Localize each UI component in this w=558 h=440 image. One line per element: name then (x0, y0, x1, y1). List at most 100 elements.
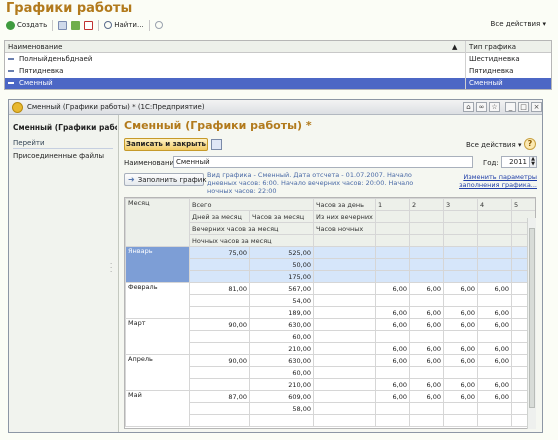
day-value-cell[interactable]: 6,00 (375, 282, 410, 295)
day-value-cell[interactable] (443, 246, 478, 259)
grid-row[interactable]: Февраль 81,00 567,00 6,00 6,00 6,00 6,00 (125, 282, 535, 319)
list-row[interactable]: Полныйденьбднаей Шестидневка (5, 54, 551, 65)
day-value-cell[interactable] (409, 402, 444, 415)
panel-splitter-handle[interactable]: · · · (110, 261, 112, 276)
copy-button[interactable] (56, 18, 69, 32)
minimize-button[interactable]: _ (505, 102, 516, 112)
day-value-cell[interactable]: 6,00 (477, 318, 512, 331)
create-button[interactable]: Создать (4, 18, 49, 32)
day-value-cell[interactable] (375, 258, 410, 271)
day-value-cell[interactable]: 6,00 (409, 318, 444, 331)
cancel-search-button[interactable] (153, 18, 165, 32)
favorites-icon[interactable]: ☆ (489, 102, 500, 112)
save-icon[interactable] (211, 139, 222, 150)
day-value-cell[interactable]: 6,00 (443, 306, 478, 319)
nav-link-attached-files[interactable]: Присоединенные файлы (13, 152, 104, 160)
save-and-close-button[interactable]: Записать и закрыть (124, 138, 208, 151)
day-value-cell[interactable] (477, 294, 512, 307)
day-value-cell[interactable] (375, 402, 410, 415)
day-value-cell[interactable]: 6,00 (409, 354, 444, 367)
change-fill-params-link[interactable]: Изменить параметры заполнения графика... (429, 173, 537, 189)
day-value-cell[interactable] (375, 366, 410, 379)
month-cell[interactable]: Январь (125, 246, 190, 283)
day-value-cell[interactable]: 6,00 (477, 390, 512, 403)
day-value-cell[interactable] (375, 246, 410, 259)
day-value-cell[interactable] (443, 366, 478, 379)
column-header-name[interactable]: Наименование (8, 43, 62, 51)
day-value-cell[interactable] (477, 246, 512, 259)
day-value-cell[interactable]: 6,00 (443, 378, 478, 391)
day-value-cell[interactable]: 6,00 (375, 318, 410, 331)
month-cell[interactable]: Апрель (125, 354, 190, 391)
day-value-cell[interactable] (409, 246, 444, 259)
day-value-cell[interactable]: 6,00 (477, 354, 512, 367)
day-value-cell[interactable] (375, 294, 410, 307)
all-actions-menu[interactable]: Все действия ▾ (491, 20, 546, 28)
column-header-type[interactable]: Тип графика (469, 43, 516, 51)
day-value-cell[interactable] (443, 414, 478, 427)
day-value-cell[interactable]: 6,00 (409, 378, 444, 391)
day-value-cell[interactable] (477, 258, 512, 271)
scrollbar-thumb[interactable] (529, 228, 535, 408)
day-value-cell[interactable]: 6,00 (477, 282, 512, 295)
name-field[interactable] (173, 156, 473, 168)
dialog-all-actions-menu[interactable]: Все действия ▾ (466, 141, 521, 149)
day-value-cell[interactable] (477, 414, 512, 427)
day-value-cell[interactable] (443, 402, 478, 415)
day-value-cell[interactable]: 6,00 (375, 342, 410, 355)
day-value-cell[interactable] (477, 270, 512, 283)
home-icon[interactable]: ⌂ (463, 102, 474, 112)
day-value-cell[interactable] (409, 258, 444, 271)
grid-row[interactable]: Апрель 90,00 630,00 6,00 6,00 6,00 6,00 (125, 354, 535, 391)
day-value-cell[interactable]: 6,00 (443, 342, 478, 355)
day-value-cell[interactable]: 6,00 (477, 342, 512, 355)
day-value-cell[interactable] (375, 414, 410, 427)
day-value-cell[interactable]: 6,00 (375, 306, 410, 319)
day-value-cell[interactable] (409, 330, 444, 343)
help-button[interactable]: ? (524, 138, 536, 150)
find-button[interactable]: Найти... (102, 18, 145, 32)
day-value-cell[interactable]: 6,00 (443, 318, 478, 331)
day-value-cell[interactable] (375, 270, 410, 283)
day-value-cell[interactable] (409, 294, 444, 307)
day-value-cell[interactable] (375, 330, 410, 343)
year-field[interactable]: 2011 (501, 156, 531, 168)
day-value-cell[interactable]: 6,00 (409, 306, 444, 319)
maximize-button[interactable]: □ (518, 102, 529, 112)
link-icon[interactable]: ∞ (476, 102, 487, 112)
day-value-cell[interactable] (443, 258, 478, 271)
day-value-cell[interactable] (443, 294, 478, 307)
grid-row[interactable]: Январь 75,00 525,00 (125, 246, 535, 283)
day-value-cell[interactable]: 6,00 (443, 390, 478, 403)
day-value-cell[interactable] (477, 366, 512, 379)
day-value-cell[interactable]: 6,00 (375, 378, 410, 391)
day-value-cell[interactable]: 6,00 (443, 354, 478, 367)
edit-button[interactable] (69, 18, 82, 32)
column-header-month[interactable]: Месяц (125, 198, 190, 247)
close-button[interactable]: × (531, 102, 542, 112)
day-value-cell[interactable]: 6,00 (375, 390, 410, 403)
year-spinner[interactable]: ▲ ▼ (529, 156, 537, 168)
fill-schedule-button[interactable]: ➜ Заполнить график (124, 173, 207, 186)
day-value-cell[interactable] (409, 366, 444, 379)
day-value-cell[interactable] (409, 270, 444, 283)
day-value-cell[interactable] (443, 330, 478, 343)
delete-button[interactable] (82, 18, 95, 32)
day-value-cell[interactable]: 6,00 (477, 306, 512, 319)
window-titlebar[interactable]: Сменный (Графики работы) * (1С:Предприят… (9, 100, 542, 115)
list-row[interactable]: Пятидневка Пятидневка (5, 66, 551, 77)
month-cell[interactable]: Февраль (125, 282, 190, 319)
grid-scrollbar[interactable] (527, 218, 536, 429)
day-value-cell[interactable] (477, 402, 512, 415)
day-value-cell[interactable]: 6,00 (443, 282, 478, 295)
grid-row[interactable]: Май 87,00 609,00 6,00 6,00 6,00 6,00 (125, 390, 535, 427)
month-cell[interactable]: Май (125, 390, 190, 427)
day-value-cell[interactable]: 6,00 (409, 282, 444, 295)
day-value-cell[interactable]: 6,00 (477, 378, 512, 391)
day-value-cell[interactable]: 6,00 (409, 342, 444, 355)
day-value-cell[interactable]: 6,00 (409, 390, 444, 403)
day-value-cell[interactable] (409, 414, 444, 427)
month-cell[interactable]: Март (125, 318, 190, 355)
day-value-cell[interactable]: 6,00 (375, 354, 410, 367)
day-value-cell[interactable] (443, 270, 478, 283)
